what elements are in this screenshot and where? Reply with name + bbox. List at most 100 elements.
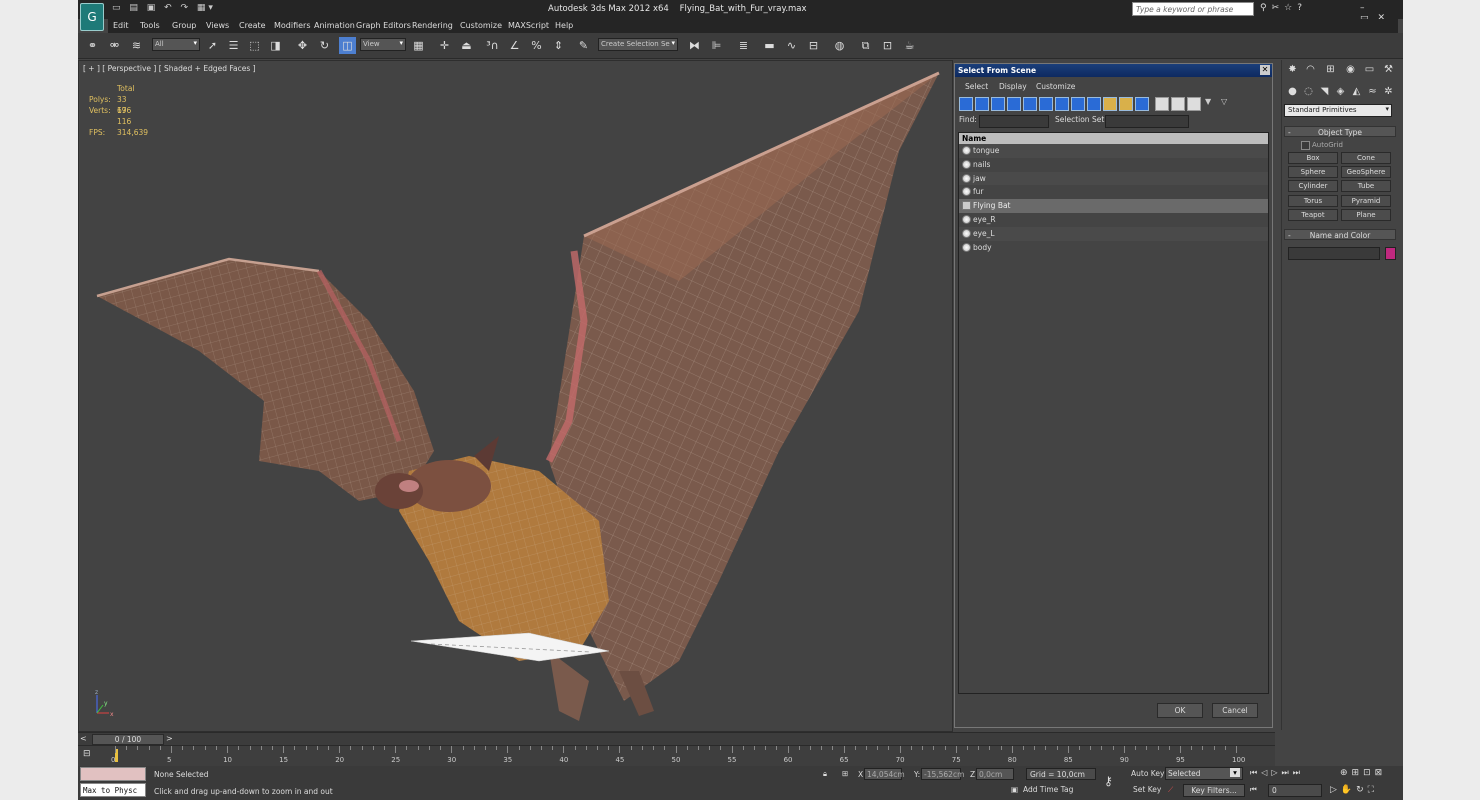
edit-named-sets-icon[interactable]: ✎ bbox=[575, 37, 592, 54]
display-bones-icon[interactable] bbox=[1087, 97, 1101, 111]
mini-curve-icon[interactable]: ⊟ bbox=[83, 749, 91, 759]
pyramid-button[interactable]: Pyramid bbox=[1341, 195, 1391, 207]
set-key-button[interactable]: Set Key bbox=[1133, 785, 1161, 794]
absolute-mode-icon[interactable]: ⊞ bbox=[842, 769, 848, 778]
next-frame-icon[interactable]: > bbox=[166, 734, 173, 743]
menu-customize[interactable]: Customize bbox=[460, 21, 502, 30]
display-tab-icon[interactable]: ▭ bbox=[1362, 64, 1377, 79]
display-xrefs-icon[interactable] bbox=[1071, 97, 1085, 111]
key-filter-icon[interactable]: ⟋ bbox=[1168, 785, 1173, 795]
menu-maxscript[interactable]: MAXScript bbox=[508, 21, 549, 30]
menu-animation[interactable]: Animation bbox=[314, 21, 355, 30]
filter-options-icon[interactable]: ▽ bbox=[1221, 97, 1235, 111]
selection-set-dropdown[interactable] bbox=[1105, 115, 1189, 128]
display-spacewarps-icon[interactable] bbox=[1039, 97, 1053, 111]
menu-tools[interactable]: Tools bbox=[140, 21, 160, 30]
select-manipulate-icon[interactable]: ✛ bbox=[436, 37, 453, 54]
scene-object-row[interactable]: body bbox=[959, 241, 1268, 255]
menu-modifiers[interactable]: Modifiers bbox=[274, 21, 311, 30]
window-crossing-icon[interactable]: ◨ bbox=[267, 37, 284, 54]
render-setup-icon[interactable]: ⧉ bbox=[857, 37, 874, 54]
display-cameras-icon[interactable] bbox=[1007, 97, 1021, 111]
menu-help[interactable]: Help bbox=[555, 21, 573, 30]
object-color-swatch[interactable] bbox=[1385, 247, 1396, 260]
rendered-frame-icon[interactable]: ⊡ bbox=[879, 37, 896, 54]
spacewarps-icon[interactable]: ≈ bbox=[1365, 86, 1380, 101]
menu-views[interactable]: Views bbox=[206, 21, 229, 30]
x-coordinate-field[interactable]: 14,054cm bbox=[864, 768, 905, 780]
primitive-category-dropdown[interactable]: Standard Primitives bbox=[1284, 104, 1392, 117]
systems-icon[interactable]: ✲ bbox=[1381, 86, 1396, 101]
menu-graph-editors[interactable]: Graph Editors bbox=[356, 21, 411, 30]
scene-object-row[interactable]: jaw bbox=[959, 171, 1268, 186]
display-lights-icon[interactable] bbox=[991, 97, 1005, 111]
scene-object-row[interactable]: eye_L bbox=[959, 226, 1268, 241]
spinner-snap-icon[interactable]: ⇕ bbox=[550, 37, 567, 54]
box-button[interactable]: Box bbox=[1288, 152, 1338, 164]
autogrid-checkbox[interactable]: AutoGrid bbox=[1301, 141, 1343, 150]
layer-manager-icon[interactable]: ≣ bbox=[735, 37, 752, 54]
dialog-menu-customize[interactable]: Customize bbox=[1036, 82, 1075, 91]
shapes-icon[interactable]: ◌ bbox=[1301, 86, 1316, 101]
close-icon[interactable]: ✕ bbox=[1260, 65, 1270, 75]
scene-object-row[interactable]: fur bbox=[959, 185, 1268, 199]
maxscript-mini-listener[interactable]: Max to Physc bbox=[80, 783, 146, 797]
lights-icon[interactable]: ◥ bbox=[1317, 86, 1332, 101]
track-bar[interactable]: ⊟ 0 5 10 15 20 25 30 35 40 45 50 55 60 65 70 75 80 85 90 95… bbox=[78, 745, 1275, 766]
tube-button[interactable]: Tube bbox=[1341, 180, 1391, 192]
cameras-icon[interactable]: ◈ bbox=[1333, 86, 1348, 101]
angle-snap-icon[interactable]: ∠ bbox=[506, 37, 523, 54]
display-shapes-icon[interactable] bbox=[975, 97, 989, 111]
helpers-icon[interactable]: ◭ bbox=[1349, 86, 1364, 101]
align-icon[interactable]: ⊫ bbox=[708, 37, 725, 54]
select-none-icon[interactable] bbox=[1171, 97, 1185, 111]
menu-group[interactable]: Group bbox=[172, 21, 196, 30]
sphere-button[interactable]: Sphere bbox=[1288, 166, 1338, 178]
dialog-title[interactable]: Select From Scene bbox=[955, 64, 1272, 77]
name-and-color-rollout[interactable]: - Name and Color bbox=[1284, 229, 1396, 240]
bind-spacewarp-icon[interactable]: ≋ bbox=[128, 37, 145, 54]
name-column-header[interactable]: Name bbox=[959, 133, 1268, 144]
time-slider[interactable]: 0 / 100 < > bbox=[78, 732, 1275, 745]
time-tag-icon[interactable]: ▣ bbox=[1011, 785, 1018, 794]
scene-object-row[interactable]: tongue bbox=[959, 144, 1268, 158]
plane-button[interactable]: Plane bbox=[1341, 209, 1391, 221]
display-geometry-icon[interactable] bbox=[959, 97, 973, 111]
key-mode-dropdown[interactable]: Selected bbox=[1165, 767, 1243, 780]
teapot-button[interactable]: Teapot bbox=[1288, 209, 1338, 221]
selection-filter-dropdown[interactable]: All bbox=[152, 38, 200, 51]
material-editor-icon[interactable]: ◍ bbox=[831, 37, 848, 54]
menu-edit[interactable]: Edit bbox=[113, 21, 129, 30]
scene-object-row[interactable]: nails bbox=[959, 158, 1268, 172]
schematic-view-icon[interactable]: ⊟ bbox=[805, 37, 822, 54]
playback-controls[interactable]: ⏮◁▷⏭⏭ bbox=[1250, 768, 1304, 778]
torus-button[interactable]: Torus bbox=[1288, 195, 1338, 207]
move-icon[interactable]: ✥ bbox=[294, 37, 311, 54]
key-mode-toggle-icon[interactable]: ⏮ bbox=[1250, 785, 1257, 795]
select-object-icon[interactable]: ➚ bbox=[204, 37, 221, 54]
scene-object-row[interactable]: Flying Bat bbox=[959, 199, 1268, 213]
rotate-icon[interactable]: ↻ bbox=[316, 37, 333, 54]
utilities-tab-icon[interactable]: ⚒ bbox=[1381, 64, 1396, 79]
dialog-menu-select[interactable]: Select bbox=[965, 82, 988, 91]
cancel-button[interactable]: Cancel bbox=[1212, 703, 1258, 718]
menu-rendering[interactable]: Rendering bbox=[412, 21, 453, 30]
dialog-menu-display[interactable]: Display bbox=[999, 82, 1027, 91]
find-input[interactable] bbox=[979, 115, 1049, 128]
prev-frame-icon[interactable]: < bbox=[80, 734, 87, 743]
lock-icon[interactable]: 🔒︎ bbox=[823, 769, 827, 779]
cylinder-button[interactable]: Cylinder bbox=[1288, 180, 1338, 192]
display-groups-icon[interactable] bbox=[1055, 97, 1069, 111]
select-all-icon[interactable] bbox=[1155, 97, 1169, 111]
set-key-icon[interactable]: ⚷ bbox=[1104, 774, 1113, 788]
display-helpers-icon[interactable] bbox=[1023, 97, 1037, 111]
z-coordinate-field[interactable]: 0,0cm bbox=[976, 768, 1014, 780]
unlink-icon[interactable]: ⚮ bbox=[106, 37, 123, 54]
mirror-icon[interactable]: ⧓ bbox=[686, 37, 703, 54]
key-filters-button[interactable]: Key Filters... bbox=[1183, 784, 1245, 797]
motion-tab-icon[interactable]: ◉ bbox=[1343, 64, 1358, 79]
display-containers-icon[interactable] bbox=[1103, 97, 1117, 111]
filter-icon[interactable]: ▼ bbox=[1205, 97, 1219, 111]
object-name-input[interactable] bbox=[1288, 247, 1380, 260]
scene-object-row[interactable]: eye_R bbox=[959, 213, 1268, 227]
